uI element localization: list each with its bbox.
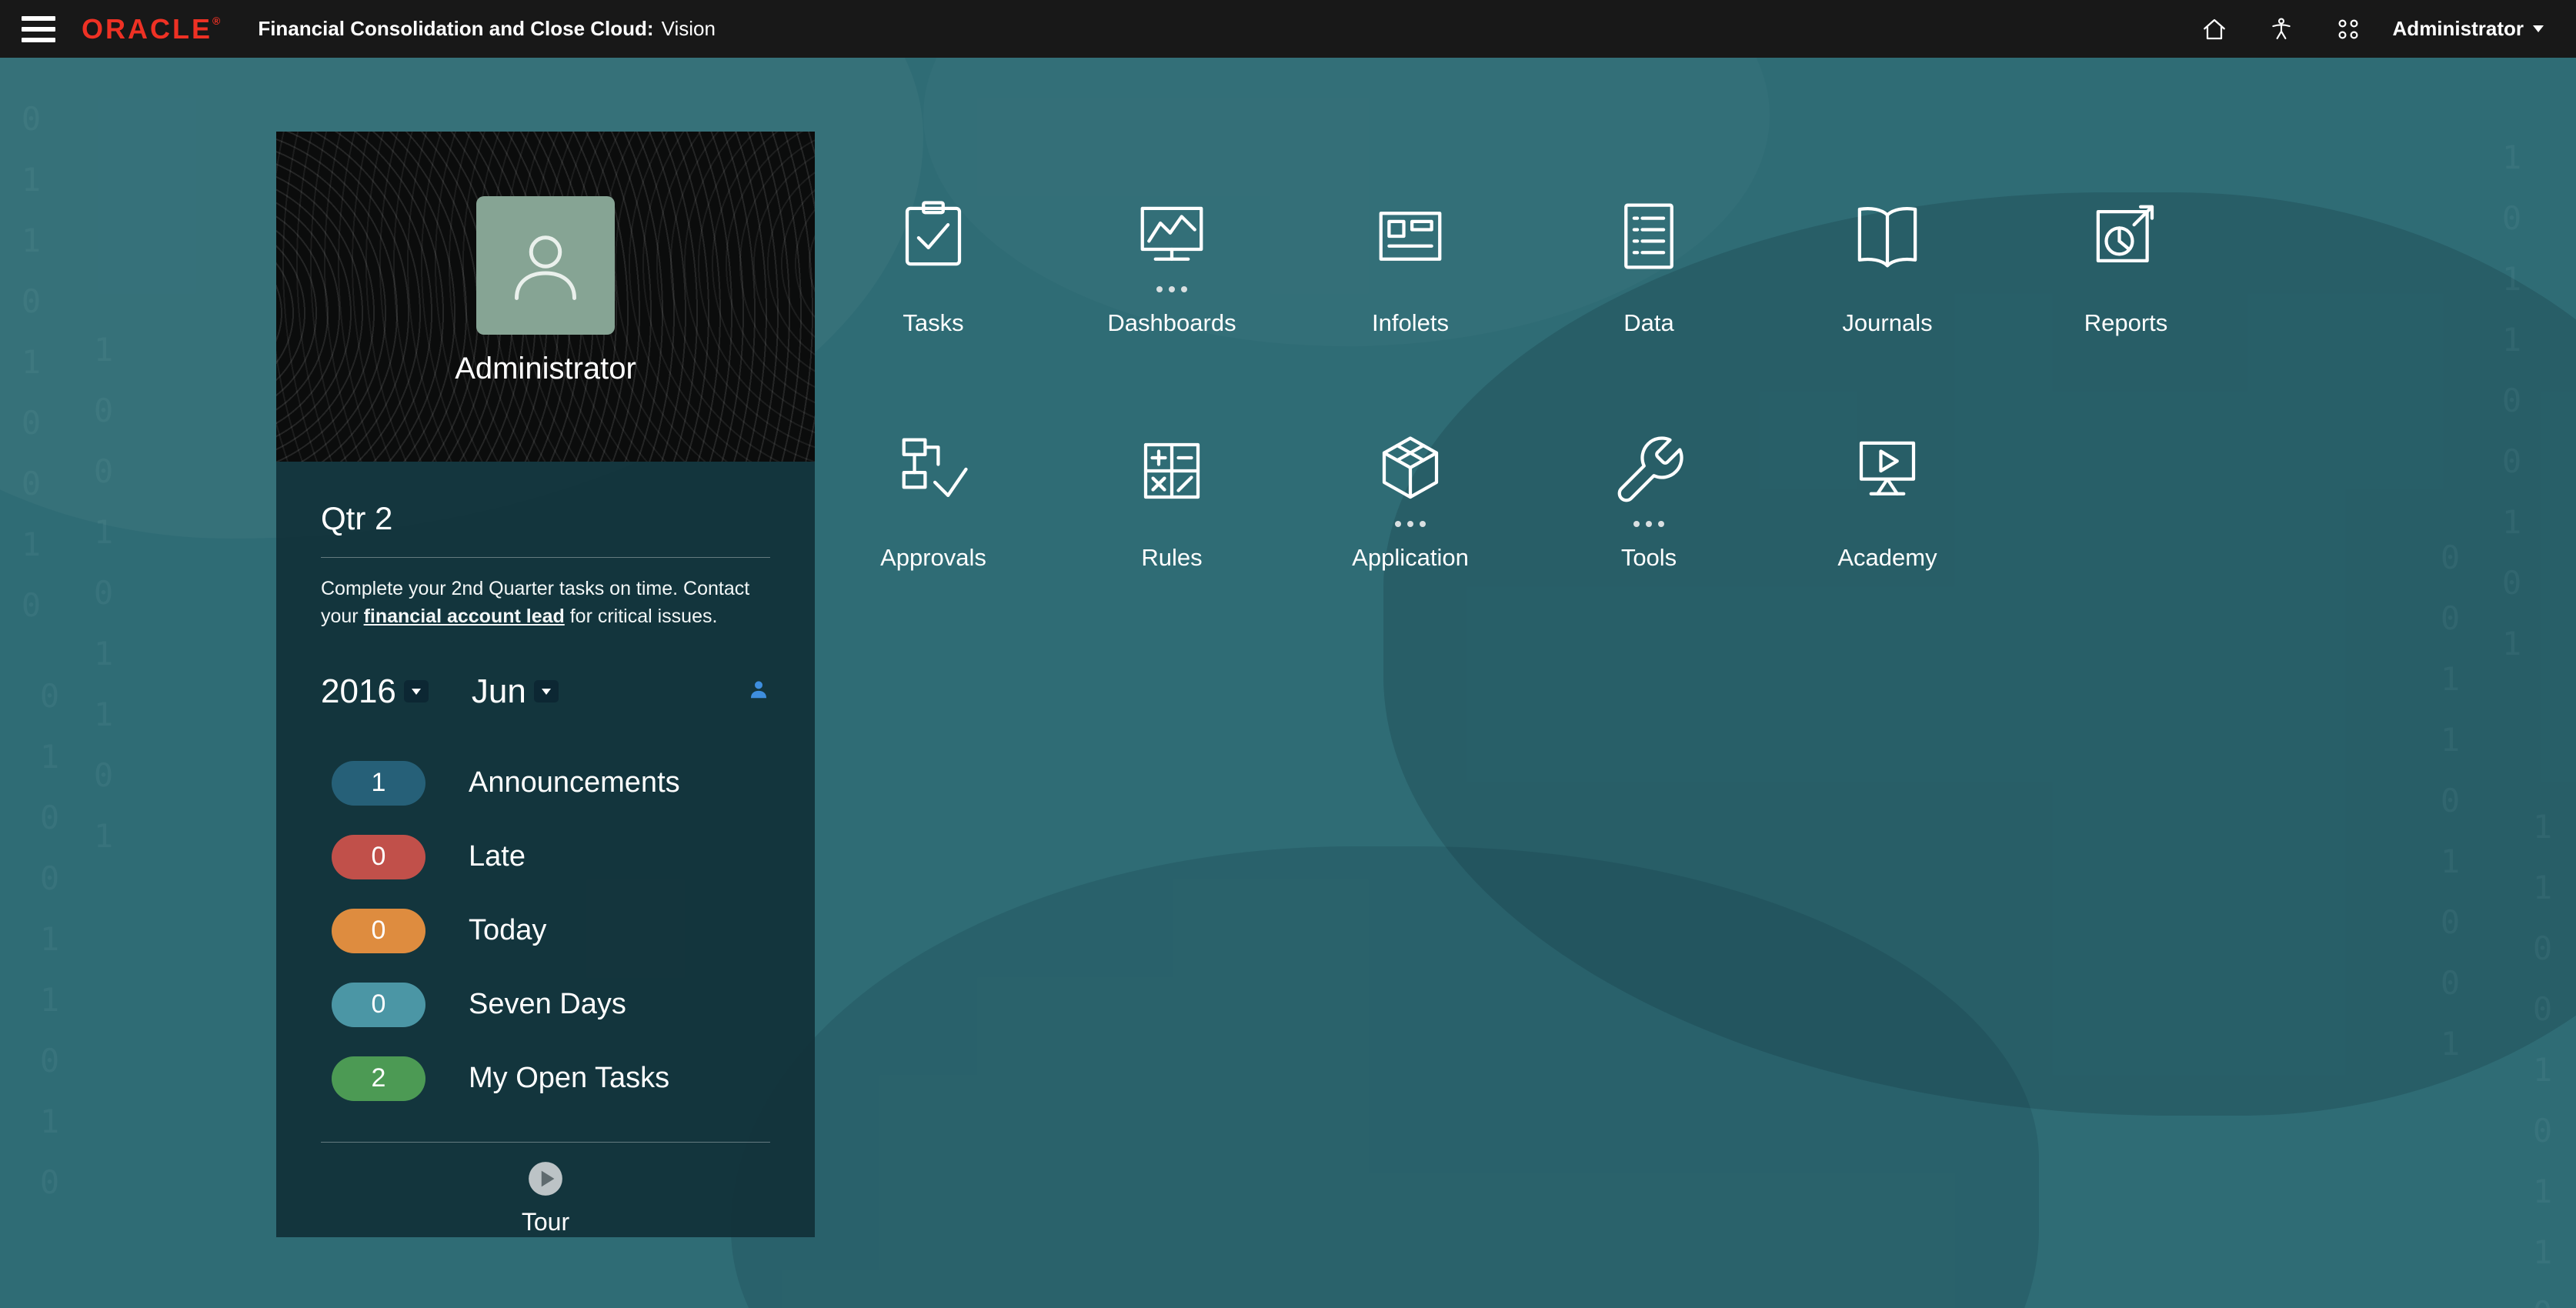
announcements-panel: Administrator Qtr 2 Complete your 2nd Qu… bbox=[276, 132, 815, 1237]
announcement-suffix: for critical issues. bbox=[564, 606, 718, 628]
month-value: Jun bbox=[471, 672, 526, 710]
application-icon bbox=[1382, 436, 1439, 499]
tile-label: Journals bbox=[1842, 309, 1933, 336]
stat-label: My Open Tasks bbox=[469, 1062, 670, 1094]
divider bbox=[321, 1141, 770, 1143]
stat-row-my-open-tasks[interactable]: 2 My Open Tasks bbox=[321, 1042, 770, 1116]
tile-journals[interactable]: Journals bbox=[1768, 197, 2007, 337]
background-blob bbox=[731, 846, 2039, 1308]
tour: Tour bbox=[321, 1160, 770, 1236]
stat-label: Announcements bbox=[469, 766, 680, 799]
more-dots-icon bbox=[1156, 275, 1187, 303]
tile-rules[interactable]: Rules bbox=[1053, 432, 1291, 572]
stat-badge: 0 bbox=[332, 982, 425, 1027]
approvals-icon bbox=[902, 438, 968, 497]
journals-icon bbox=[1857, 207, 1917, 268]
binary-texture bbox=[2524, 808, 2561, 1308]
oracle-logo-text: ORACLE bbox=[82, 12, 212, 45]
caret-down-icon bbox=[411, 688, 421, 695]
stat-row-seven-days[interactable]: 0 Seven Days bbox=[321, 968, 770, 1042]
rules-icon bbox=[1143, 442, 1200, 499]
year-dropdown-button[interactable] bbox=[403, 680, 429, 702]
stat-row-today[interactable]: 0 Today bbox=[321, 894, 770, 968]
app-title-env: Vision bbox=[661, 17, 716, 40]
divider bbox=[321, 557, 770, 558]
tile-reports[interactable]: Reports bbox=[2007, 197, 2245, 337]
academy-icon bbox=[1859, 441, 1916, 496]
stat-label: Late bbox=[469, 840, 526, 873]
month-dropdown-button[interactable] bbox=[533, 680, 559, 702]
tile-data[interactable]: Data bbox=[1530, 197, 1768, 337]
tile-application[interactable]: Application bbox=[1291, 432, 1530, 572]
announcement-link[interactable]: financial account lead bbox=[364, 606, 565, 627]
registered-mark: ® bbox=[212, 14, 223, 27]
data-icon bbox=[1624, 203, 1673, 269]
avatar bbox=[476, 196, 615, 335]
home-icon[interactable] bbox=[2201, 15, 2228, 43]
apps-grid-icon[interactable] bbox=[2334, 15, 2362, 43]
infolets-icon bbox=[1379, 212, 1442, 261]
user-menu[interactable]: Administrator bbox=[2393, 17, 2544, 41]
user-filter-icon[interactable] bbox=[747, 678, 770, 705]
stat-badge: 0 bbox=[332, 908, 425, 953]
tile-label: Application bbox=[1352, 544, 1469, 571]
tile-tools[interactable]: Tools bbox=[1530, 432, 1768, 572]
tools-icon bbox=[1617, 436, 1683, 502]
binary-texture bbox=[2493, 138, 2531, 686]
tasks-icon bbox=[905, 201, 962, 266]
tour-play-button[interactable] bbox=[526, 1160, 565, 1202]
caret-down-icon bbox=[541, 688, 551, 695]
tile-label: Tasks bbox=[903, 309, 964, 336]
accessibility-icon[interactable] bbox=[2268, 16, 2294, 42]
stat-row-late[interactable]: 0 Late bbox=[321, 820, 770, 894]
binary-texture bbox=[85, 331, 122, 878]
hamburger-menu-icon[interactable] bbox=[22, 15, 55, 42]
stat-label: Today bbox=[469, 914, 547, 946]
tile-label: Approvals bbox=[880, 544, 986, 571]
period-selectors: 2016 Jun bbox=[321, 672, 770, 711]
top-bar: ORACLE ® Financial Consolidation and Clos… bbox=[0, 0, 2576, 58]
tile-label: Tools bbox=[1620, 544, 1677, 571]
stat-badge: 0 bbox=[332, 834, 425, 879]
tile-label: Rules bbox=[1141, 544, 1203, 571]
tile-label: Data bbox=[1623, 309, 1674, 336]
binary-texture bbox=[2431, 539, 2469, 1086]
year-value: 2016 bbox=[321, 672, 396, 710]
app-title-bold: Financial Consolidation and Close Cloud: bbox=[258, 17, 654, 40]
tile-label: Infolets bbox=[1372, 309, 1449, 336]
more-dots-icon bbox=[1395, 510, 1426, 538]
binary-texture bbox=[12, 100, 50, 647]
tile-tasks[interactable]: Tasks bbox=[814, 197, 1053, 337]
stats-list: 1 Announcements 0 Late 0 Today 0 Seven D… bbox=[321, 746, 770, 1116]
tiles-row-1: Tasks Dashboards Infolets Data Journals … bbox=[814, 197, 2245, 337]
home-page: ORACLE® Financial Consolidation and Clos… bbox=[0, 0, 2576, 1308]
tile-label: Reports bbox=[2084, 309, 2168, 336]
stat-badge: 2 bbox=[332, 1056, 425, 1101]
oracle-logo: ORACLE ® bbox=[82, 13, 222, 45]
tile-academy[interactable]: Academy bbox=[1768, 432, 2007, 572]
user-hero: Administrator bbox=[276, 132, 815, 462]
tile-infolets[interactable]: Infolets bbox=[1291, 197, 1530, 337]
tile-label: Academy bbox=[1837, 544, 1937, 571]
period-title: Qtr 2 bbox=[321, 500, 393, 536]
more-dots-icon bbox=[1633, 510, 1664, 538]
dashboards-icon bbox=[1140, 206, 1203, 261]
announcement-text: Complete your 2nd Quarter tasks on time.… bbox=[321, 575, 770, 631]
tile-approvals[interactable]: Approvals bbox=[814, 432, 1053, 572]
tile-dashboards[interactable]: Dashboards bbox=[1053, 197, 1291, 337]
stat-label: Seven Days bbox=[469, 988, 626, 1020]
tiles-row-2: Approvals Rules Application Tools Academ… bbox=[814, 432, 2007, 572]
stat-row-announcements[interactable]: 1 Announcements bbox=[321, 746, 770, 820]
user-menu-label: Administrator bbox=[2392, 17, 2524, 40]
caret-down-icon bbox=[2533, 25, 2544, 32]
reports-icon bbox=[2096, 205, 2154, 262]
user-name: Administrator bbox=[455, 352, 636, 385]
app-title: Financial Consolidation and Close Cloud:… bbox=[258, 17, 716, 41]
tour-label: Tour bbox=[521, 1207, 570, 1236]
panel-body: Qtr 2 Complete your 2nd Quarter tasks on… bbox=[276, 462, 815, 1237]
tile-label: Dashboards bbox=[1107, 309, 1236, 336]
binary-texture bbox=[31, 677, 68, 1224]
stat-badge: 1 bbox=[332, 760, 425, 806]
